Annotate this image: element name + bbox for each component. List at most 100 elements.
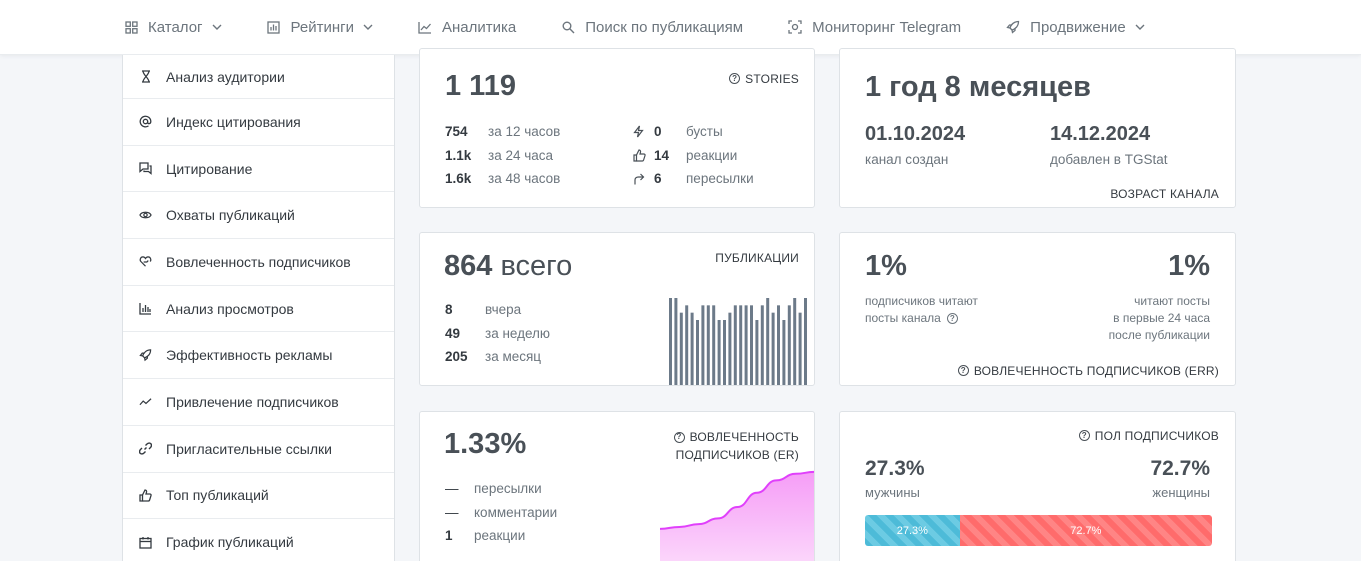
sidebar-item-label: Охваты публикаций	[166, 207, 295, 224]
er-area-chart	[660, 470, 814, 561]
nav-ratings-label: Рейтинги	[290, 18, 354, 36]
sidebar-item-label: Индекс цитирования	[166, 113, 301, 130]
err-caption: ? ВОВЛЕЧЕННОСТЬ ПОДПИСЧИКОВ (ERR)	[957, 364, 1219, 378]
err-card: 1% подписчиков читают посты канала ? 1% …	[839, 232, 1236, 386]
sidebar-item-subscribers-growth[interactable]: Привлечение подписчиков	[123, 379, 394, 426]
stories-activity-row: 6 пересылки	[633, 167, 754, 191]
publications-bar	[701, 305, 705, 385]
sidebar-item-label: Анализ аудитории	[166, 68, 285, 85]
err-left-label-2: посты канала	[865, 311, 941, 325]
stories-row-num: 754	[445, 124, 468, 140]
sidebar-item-label: Привлечение подписчиков	[166, 393, 339, 410]
female-label: женщины	[1152, 485, 1210, 500]
publications-bar	[679, 312, 683, 385]
nav-monitoring-label: Мониторинг Telegram	[812, 18, 962, 36]
question-icon[interactable]: ?	[1078, 430, 1090, 441]
line-chart-icon	[418, 20, 432, 34]
sidebar-item-citation[interactable]: Цитирование	[123, 146, 394, 193]
err-right-label-2: в первые 24 часа	[1113, 311, 1210, 325]
publications-bar	[696, 320, 699, 385]
added-to-tgstat-date: 14.12.2024	[1050, 123, 1151, 145]
stories-row: 754 за 12 часов	[445, 120, 560, 144]
er-caption-text-1: ВОВЛЕЧЕННОСТЬ	[689, 430, 799, 444]
sidebar-item-label: Вовлеченность подписчиков	[166, 253, 351, 270]
chevron-down-icon	[363, 22, 373, 32]
sidebar-item-top-posts[interactable]: Топ публикаций	[123, 473, 394, 520]
female-value: 72.7%	[1150, 457, 1210, 480]
male-segment-label: 27.3%	[896, 524, 928, 537]
publications-row-label: за неделю	[485, 325, 551, 341]
question-icon[interactable]: ?	[729, 73, 741, 84]
gender-caption-text: ПОЛ ПОДПИСЧИКОВ	[1094, 429, 1219, 443]
nav-promotion[interactable]: Продвижение	[1006, 19, 1145, 36]
er-row-num: 1	[445, 528, 453, 544]
err-left-label-2-row: посты канала ?	[865, 310, 978, 327]
question-icon[interactable]: ?	[673, 431, 685, 443]
stories-period-list: 754 за 12 часов 1.1k за 24 часа 1.6k за …	[445, 120, 560, 191]
er-row-num: —	[445, 504, 459, 520]
err-left-value: 1%	[865, 250, 907, 282]
engagement-icon	[139, 255, 152, 268]
er-row-num: —	[445, 481, 459, 497]
sidebar-item-engagement[interactable]: Вовлеченность подписчиков	[123, 239, 394, 286]
bar-chart-icon	[139, 302, 152, 315]
publications-bar	[706, 305, 710, 385]
publications-row-label: за месяц	[485, 349, 542, 365]
nav-analytics[interactable]: Аналитика	[418, 19, 516, 36]
publications-bar	[733, 305, 737, 385]
chevron-down-icon	[212, 22, 222, 32]
publications-bar	[750, 305, 753, 385]
nav-search-posts[interactable]: Поиск по публикациям	[561, 19, 743, 36]
publications-row-label: вчера	[485, 302, 522, 318]
er-caption-text-2: ПОДПИСЧИКОВ (ER)	[675, 448, 799, 462]
channel-created-label: канал создан	[865, 152, 949, 167]
stories-row-label: за 48 часов	[488, 171, 561, 187]
forwards-label: пересылки	[686, 171, 754, 187]
publications-row-num: 8	[445, 302, 453, 318]
er-value: 1.33%	[444, 428, 527, 460]
stories-row-num: 1.6k	[445, 171, 472, 187]
publications-total-suffix: всего	[500, 250, 573, 282]
nav-ratings[interactable]: Рейтинги	[267, 19, 373, 36]
stories-caption: ? STORIES	[729, 72, 799, 86]
gender-card: ? ПОЛ ПОДПИСЧИКОВ 27.3% мужчины 72.7% же…	[839, 411, 1236, 561]
nav-catalog-label: Каталог	[148, 18, 203, 36]
nav-promotion-label: Продвижение	[1030, 18, 1126, 36]
male-label: мужчины	[865, 485, 920, 500]
nav-analytics-label: Аналитика	[441, 18, 517, 36]
sidebar-item-ad-efficiency[interactable]: Эффективность рекламы	[123, 332, 394, 380]
publications-bar	[755, 320, 759, 385]
publications-bar	[744, 305, 748, 385]
publications-bar	[804, 298, 807, 385]
er-card: 1.33% ? ВОВЛЕЧЕННОСТЬ ПОДПИСЧИКОВ (ER) —…	[419, 411, 815, 561]
publications-bar	[777, 305, 780, 385]
boosts-label: бусты	[686, 124, 723, 140]
sidebar-item-label: Топ публикаций	[166, 487, 269, 504]
sidebar-menu: Анализ аудитории Индекс цитирования Цити…	[122, 55, 395, 561]
channel-age-value: 1 год 8 месяцев	[865, 71, 1091, 103]
female-segment: 72.7%	[959, 515, 1212, 546]
thumbs-up-icon	[633, 149, 654, 162]
publications-bar	[793, 298, 797, 385]
nav-catalog[interactable]: Каталог	[124, 19, 222, 36]
trend-icon	[139, 395, 152, 408]
sidebar-item-invite-links[interactable]: Пригласительные ссылки	[123, 426, 394, 473]
publications-row-num: 205	[445, 349, 468, 365]
question-icon[interactable]: ?	[957, 365, 969, 376]
publications-row: 8 вчера	[445, 298, 550, 322]
stories-row: 1.6k за 48 часов	[445, 167, 560, 191]
err-right-label-1: читают посты	[1134, 294, 1210, 308]
err-right-description: читают посты в первые 24 часа после публ…	[1109, 293, 1210, 344]
nav-monitoring[interactable]: Мониторинг Telegram	[788, 19, 961, 36]
err-caption-text: ВОВЛЕЧЕННОСТЬ ПОДПИСЧИКОВ (ERR)	[973, 364, 1219, 378]
stories-row-label: за 24 часа	[488, 147, 554, 163]
sidebar-item-schedule[interactable]: График публикаций	[123, 519, 394, 561]
sidebar-item-views[interactable]: Анализ просмотров	[123, 286, 394, 333]
sidebar-item-audience[interactable]: Анализ аудитории	[123, 55, 394, 99]
thumbs-up-icon	[139, 489, 152, 502]
sidebar-item-reach[interactable]: Охваты публикаций	[123, 192, 394, 240]
publications-bar	[787, 305, 791, 385]
sidebar-item-citation-index[interactable]: Индекс цитирования	[123, 99, 394, 146]
question-icon[interactable]: ?	[946, 313, 958, 324]
link-icon	[139, 442, 152, 455]
